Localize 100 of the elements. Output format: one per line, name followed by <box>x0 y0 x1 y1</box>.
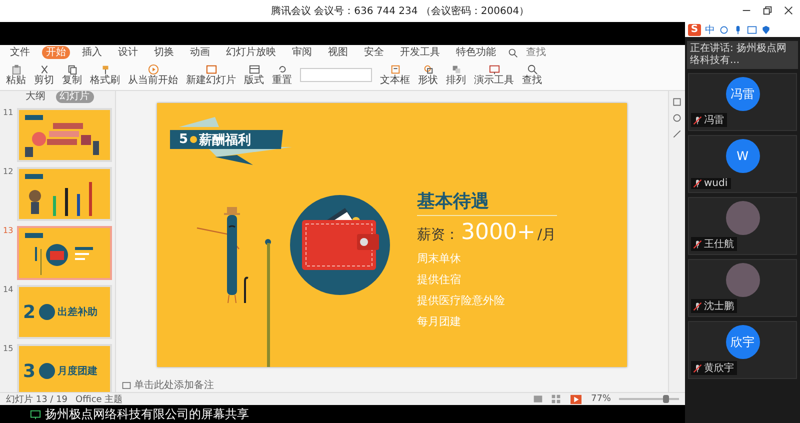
slide-icon <box>206 64 216 75</box>
slide-number: 14 <box>3 285 14 296</box>
screen-icon <box>488 64 500 75</box>
salary-unit: /月 <box>537 226 556 244</box>
search-field[interactable]: 查找 <box>526 47 566 58</box>
menu-tab[interactable]: 幻灯片放映 <box>222 46 280 59</box>
avatar: W <box>726 139 760 173</box>
menu-tab[interactable]: 设计 <box>114 46 142 59</box>
play-icon <box>568 394 583 404</box>
participant-name: 王仕航 <box>704 238 734 251</box>
ribbon-button[interactable]: 重置 <box>272 64 292 86</box>
benefit-item: 每月团建 <box>417 314 462 328</box>
avatar: 冯雷 <box>726 77 760 111</box>
note-icon <box>122 380 131 390</box>
ribbon-button[interactable]: 复制 <box>62 64 82 86</box>
circle-icon <box>38 304 55 320</box>
slide-number: 11 <box>3 108 14 119</box>
shapes-icon <box>422 64 434 75</box>
avatar: 欣宇 <box>726 325 760 359</box>
menu-tab[interactable]: 视图 <box>324 46 352 59</box>
participant-name: 冯雷 <box>704 114 724 127</box>
font-field[interactable] <box>300 68 372 82</box>
ime-mode[interactable]: 中 <box>705 22 715 36</box>
ribbon-button[interactable]: 版式 <box>244 64 264 86</box>
participant-name: wudi <box>704 178 728 189</box>
menu-tab[interactable]: 文件 <box>6 46 34 59</box>
circle-icon <box>38 363 55 379</box>
ribbon-button[interactable]: 文本框 <box>380 64 410 86</box>
play-icon <box>148 64 158 75</box>
benefit-item: 提供医疗险意外险 <box>417 292 505 308</box>
keyboard-icon <box>747 24 757 34</box>
reset-icon <box>276 64 288 75</box>
paste-icon <box>10 64 22 75</box>
theme-name: Office 主题 <box>76 394 123 406</box>
salary-amount: 3000+ <box>461 220 536 244</box>
menu-tab[interactable]: 审阅 <box>288 46 316 59</box>
participant-name: 沈士鹏 <box>704 300 734 313</box>
layout-icon <box>248 64 260 75</box>
frame-icon <box>672 97 682 107</box>
participant-tile[interactable]: 欣宇 黄欣宇 <box>688 321 797 379</box>
screen-share-icon <box>30 408 41 420</box>
ribbon-button[interactable]: 演示工具 <box>474 64 514 86</box>
restore-icon <box>762 5 773 16</box>
close-icon <box>783 5 794 16</box>
circle-icon <box>672 113 682 123</box>
thumbnail-title: 月度团建 <box>58 364 98 378</box>
ribbon-button[interactable]: 形状 <box>418 64 438 86</box>
menu-tab[interactable]: 切换 <box>150 46 178 59</box>
participant-tile[interactable]: 王仕航 <box>688 197 797 255</box>
zoom-slider-handle[interactable] <box>663 395 669 403</box>
slide-thumbnail[interactable]: 3 月度团建 <box>17 344 112 392</box>
slide-heading: 基本待遇 <box>417 190 489 212</box>
grid-view-icon <box>550 394 561 404</box>
copy-icon <box>66 64 78 75</box>
menu-tab[interactable]: 特色功能 <box>452 46 500 59</box>
textbox-icon <box>390 64 400 75</box>
avatar-photo-placeholder <box>726 263 760 297</box>
zoom-level[interactable]: 77% <box>590 394 611 404</box>
ribbon-button[interactable]: 格式刷 <box>90 64 120 86</box>
arrange-icon <box>450 64 462 75</box>
participant-tile[interactable]: W wudi <box>688 135 797 193</box>
window-title: 腾讯会议 会议号：636 744 234 （会议密码：200604） <box>270 4 530 18</box>
slide-number: 12 <box>3 167 14 178</box>
ribbon-button[interactable]: 新建幻灯片 <box>186 64 236 86</box>
ribbon-button[interactable]: 粘贴 <box>6 64 26 86</box>
slide-thumbnail[interactable] <box>17 167 112 221</box>
menu-tab[interactable]: 插入 <box>78 46 106 59</box>
screen-share-label: 扬州极点网络科技有限公司的屏幕共享 <box>45 406 249 422</box>
slide-counter: 幻灯片 13 / 19 <box>6 394 68 406</box>
menu-tab[interactable]: 安全 <box>360 46 388 59</box>
ime-logo[interactable]: S <box>688 24 701 36</box>
slide-number: 13 <box>3 226 14 237</box>
slide-thumbnail[interactable]: 2 出差补助 <box>17 285 112 339</box>
speaking-banner: 正在讲话: 扬州极点网络科技有... <box>687 41 798 69</box>
slide-number: 15 <box>3 344 14 355</box>
ribbon-button[interactable]: 查找 <box>522 64 542 86</box>
benefit-item: 提供住宿 <box>417 272 462 286</box>
ribbon-button[interactable]: 剪切 <box>34 64 54 86</box>
pane-tab[interactable]: 大纲 <box>22 91 50 103</box>
notes-placeholder[interactable]: 单击此处添加备注 <box>134 378 214 392</box>
ribbon-button[interactable]: 从当前开始 <box>128 64 178 86</box>
avatar-photo-placeholder <box>726 201 760 235</box>
participant-name: 黄欣宇 <box>704 362 734 375</box>
menu-tab[interactable]: 开发工具 <box>396 46 444 59</box>
ribbon-button[interactable]: 排列 <box>446 64 466 86</box>
slide-thumbnail[interactable] <box>17 108 112 162</box>
slide-number-text: 3 <box>23 360 36 382</box>
thumbnail-title: 出差补助 <box>58 305 98 319</box>
slide-number-text: 2 <box>23 302 36 322</box>
search-icon <box>526 64 538 75</box>
benefit-item: 周末单休 <box>417 250 462 266</box>
slide-thumbnail[interactable] <box>17 226 112 280</box>
scissors-icon <box>38 64 50 75</box>
participant-tile[interactable]: 冯雷 冯雷 <box>688 73 797 131</box>
menu-tab[interactable]: 动画 <box>186 46 214 59</box>
participant-tile[interactable]: 沈士鹏 <box>688 259 797 317</box>
normal-view-icon <box>532 394 543 404</box>
salary-label: 薪资： <box>417 226 459 244</box>
section-title: 薪酬福利 <box>199 132 252 148</box>
line-icon <box>672 129 682 139</box>
